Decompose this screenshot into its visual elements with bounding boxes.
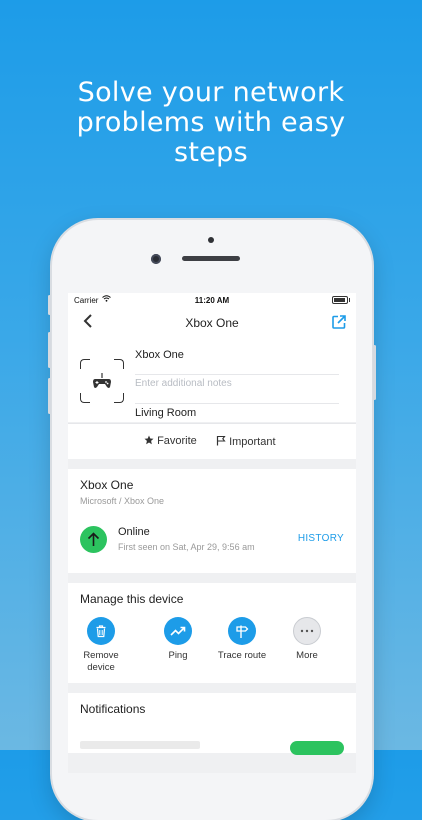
headline-line-3: steps <box>174 137 248 168</box>
proximity-sensor <box>208 237 214 243</box>
notification-toggle[interactable] <box>290 741 344 755</box>
share-icon <box>332 315 346 329</box>
favorite-label: Favorite <box>157 435 197 447</box>
notification-row-placeholder <box>80 741 200 749</box>
device-name-field[interactable]: Xbox One <box>135 347 339 375</box>
flag-icon <box>216 435 226 446</box>
phone-frame: Carrier 11:20 AM Xbox One Xbox One Enter… <box>48 220 376 820</box>
trend-up-icon <box>164 617 192 645</box>
ping-label: Ping <box>168 650 188 661</box>
front-camera <box>151 254 161 264</box>
more-label: More <box>296 650 318 661</box>
device-icon-frame <box>80 359 124 403</box>
star-icon <box>144 435 154 445</box>
share-button[interactable] <box>332 315 346 329</box>
status-time: 11:20 AM <box>194 296 230 305</box>
manage-title: Manage this device <box>80 592 184 606</box>
important-label: Important <box>229 436 276 448</box>
earpiece-speaker <box>182 256 240 261</box>
device-details-card: Xbox One Enter additional notes Living R… <box>68 337 356 422</box>
remove-device-button[interactable]: Remove device <box>68 617 134 674</box>
notes-field[interactable]: Enter additional notes <box>135 376 339 404</box>
arrow-up-icon <box>87 532 100 546</box>
headline: Solve your network problems with easy st… <box>0 78 422 168</box>
gamepad-icon <box>93 373 111 388</box>
ping-button[interactable]: Ping <box>145 617 211 662</box>
notifications-title: Notifications <box>80 702 146 716</box>
manage-device-card: Manage this device Remove device Ping Tr… <box>68 583 356 683</box>
online-status-badge <box>80 526 107 553</box>
remove-device-label: Remove device <box>68 650 134 674</box>
online-status-label: Online <box>118 526 150 538</box>
notifications-card: Notifications <box>68 693 356 755</box>
trace-route-label: Trace route <box>217 650 267 661</box>
phone-volume-up <box>48 332 51 368</box>
nav-bar: Xbox One <box>68 307 356 337</box>
app-screen: Carrier 11:20 AM Xbox One Xbox One Enter… <box>68 293 356 773</box>
battery-icon <box>332 296 350 304</box>
signpost-icon <box>228 617 256 645</box>
remove-label-line-2: device <box>87 662 115 673</box>
favorite-button[interactable]: Favorite <box>144 435 197 447</box>
info-title: Xbox One <box>80 478 134 492</box>
headline-line-2: problems with easy <box>76 107 346 138</box>
phone-volume-down <box>48 378 51 414</box>
important-button[interactable]: Important <box>216 435 276 448</box>
history-button[interactable]: HISTORY <box>298 533 344 544</box>
remove-label-line-1: Remove <box>83 650 119 661</box>
device-info-card: Xbox One Microsoft / Xbox One Online Fir… <box>68 469 356 573</box>
more-dots-icon <box>293 617 321 645</box>
trash-icon <box>87 617 115 645</box>
tags-row: Favorite Important <box>68 423 356 459</box>
trace-route-button[interactable]: Trace route <box>209 617 275 662</box>
nav-title: Xbox One <box>185 316 239 330</box>
info-subtitle: Microsoft / Xbox One <box>80 496 165 506</box>
status-bar: Carrier 11:20 AM <box>68 293 356 307</box>
first-seen-text: First seen on Sat, Apr 29, 9:56 am <box>118 542 255 552</box>
headline-line-1: Solve your network <box>77 77 345 108</box>
more-button[interactable]: More <box>274 617 340 662</box>
phone-side-button-left <box>48 295 51 315</box>
phone-power-button <box>373 345 376 400</box>
